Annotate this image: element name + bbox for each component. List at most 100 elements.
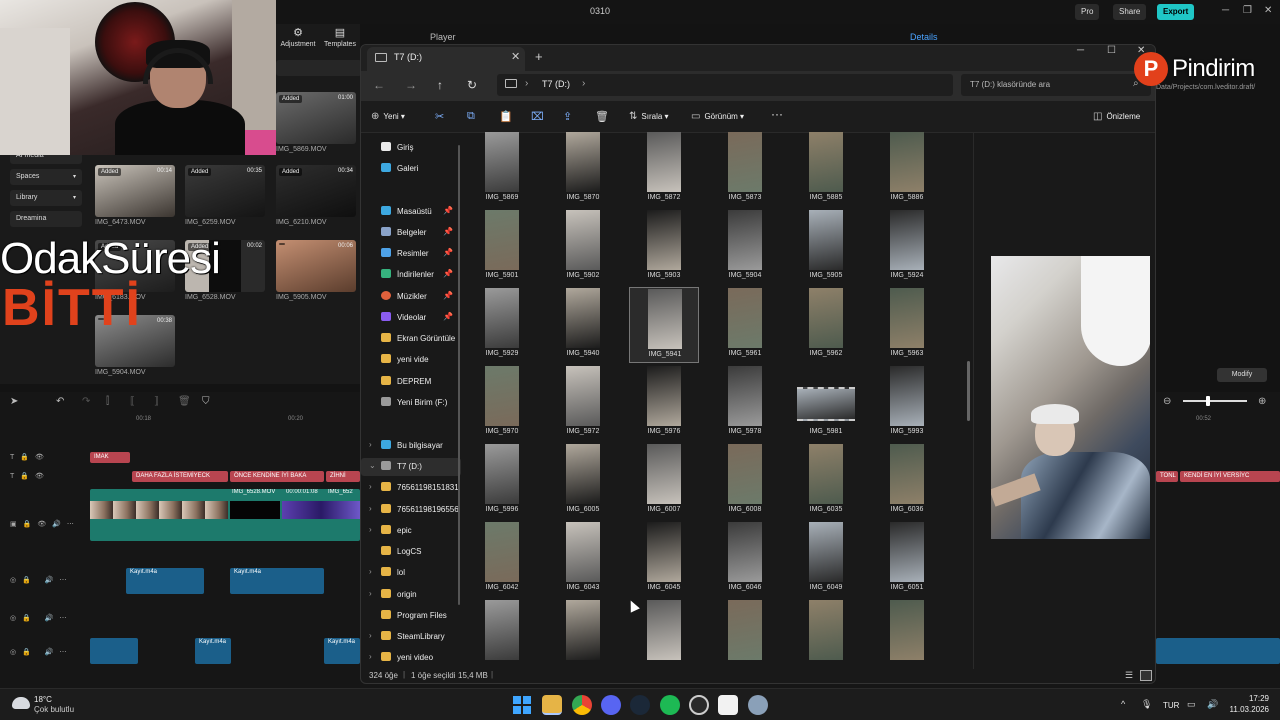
- nav-item-folder[interactable]: DEPREM: [361, 373, 461, 391]
- cut-icon[interactable]: ✂: [435, 110, 444, 123]
- text-clip[interactable]: TONL: [1156, 471, 1178, 482]
- split-left-icon[interactable]: ⟦: [130, 396, 135, 407]
- nav-item-videos[interactable]: Videolar 📌: [361, 309, 461, 327]
- text-clip[interactable]: KENDİ EN İYİ VERSİYC: [1180, 471, 1280, 482]
- chevron-right-icon[interactable]: ›: [369, 567, 372, 576]
- file-item[interactable]: [548, 599, 618, 675]
- file-item[interactable]: IMG_5961: [710, 287, 780, 363]
- nav-item-this-pc[interactable]: › Bu bilgisayar: [361, 437, 461, 455]
- file-item[interactable]: IMG_5978: [710, 365, 780, 441]
- media-card[interactable]: Added 00:35 IMG_6259.MOV: [185, 165, 265, 226]
- share-button[interactable]: Share: [1113, 4, 1147, 20]
- microphone-icon[interactable]: 🎙: [1141, 699, 1152, 710]
- file-item[interactable]: IMG_5924: [872, 209, 942, 285]
- audio-track-controls[interactable]: ◎🔒 🔊⋯: [10, 648, 72, 656]
- file-item[interactable]: IMG_5962: [791, 287, 861, 363]
- side-item-dreamina[interactable]: Dreamina: [10, 211, 82, 227]
- chevron-down-icon[interactable]: ⌄: [369, 461, 376, 470]
- shield-icon[interactable]: ⛉: [202, 396, 210, 407]
- nav-item-downloads[interactable]: İndirilenler 📌: [361, 266, 461, 284]
- nav-tree-folder[interactable]: › SteamLibrary: [361, 628, 461, 646]
- file-item[interactable]: IMG_5993: [872, 365, 942, 441]
- media-card[interactable]: Added 00:34 IMG_6210.MOV: [276, 165, 356, 226]
- nav-item-pictures[interactable]: Resimler 📌: [361, 245, 461, 263]
- file-item[interactable]: [710, 599, 780, 675]
- side-item-spaces[interactable]: Spaces ▾: [10, 169, 82, 185]
- rename-icon[interactable]: ⌧: [531, 110, 544, 123]
- media-card[interactable]: 00:06 IMG_5905.MOV: [276, 240, 356, 301]
- nav-item-music[interactable]: Müzikler 📌: [361, 288, 461, 306]
- start-icon[interactable]: [513, 696, 531, 714]
- file-item[interactable]: IMG_5869: [467, 131, 537, 207]
- chevron-right-icon[interactable]: ›: [369, 440, 372, 449]
- audio-clip[interactable]: Kayıt.m4a: [195, 638, 231, 664]
- audio-track-controls[interactable]: ◎🔒 🔊⋯: [10, 614, 72, 622]
- weather-temp[interactable]: 18°C: [34, 695, 52, 704]
- text-clip[interactable]: ZİHNİ: [326, 471, 360, 482]
- clock-date[interactable]: 11.03.2026: [1200, 705, 1269, 714]
- copy-icon[interactable]: ⧉: [467, 110, 475, 123]
- audio-clip[interactable]: [1156, 638, 1280, 664]
- file-item[interactable]: IMG_6049: [791, 521, 861, 597]
- zoom-slider-handle[interactable]: [1206, 396, 1210, 406]
- select-tool-icon[interactable]: ➤: [10, 396, 18, 407]
- chevron-right-icon[interactable]: ›: [369, 482, 372, 491]
- address-bar[interactable]: › T7 (D:) ›: [497, 74, 953, 96]
- text-track-controls[interactable]: T🔒👁: [10, 472, 50, 480]
- search-input[interactable]: T7 (D:) klasöründe ara ⌕: [961, 74, 1151, 96]
- network-icon[interactable]: ▭: [1187, 699, 1196, 710]
- nav-item-home[interactable]: Giriş: [361, 139, 461, 157]
- video-clip[interactable]: IMG_6528.MOV 00:00:01:08 IMG_652: [90, 489, 360, 541]
- file-item[interactable]: IMG_6042: [467, 521, 537, 597]
- language-indicator[interactable]: TUR: [1163, 701, 1179, 710]
- sort-button[interactable]: ⇅ Sırala ▾: [629, 111, 669, 122]
- zoom-out-icon[interactable]: ⊖: [1163, 396, 1171, 407]
- file-item[interactable]: IMG_6046: [710, 521, 780, 597]
- up-icon[interactable]: ↑: [437, 78, 443, 92]
- audio-clip[interactable]: Kayıt.m4a: [126, 568, 204, 594]
- text-clip[interactable]: ÖNCE KENDİNE İYİ BAKA: [230, 471, 324, 482]
- media-card[interactable]: Added 01:00 IMG_5869.MOV: [276, 92, 356, 153]
- file-item[interactable]: IMG_5873: [710, 131, 780, 207]
- maximize-icon[interactable]: ☐: [1107, 45, 1116, 56]
- nav-item-desktop[interactable]: Masaüstü 📌: [361, 203, 461, 221]
- nav-tree-folder[interactable]: Program Files: [361, 607, 461, 625]
- close-icon[interactable]: ✕: [1264, 5, 1272, 16]
- file-item[interactable]: [467, 599, 537, 675]
- file-item[interactable]: IMG_5902: [548, 209, 618, 285]
- file-item[interactable]: IMG_5976: [629, 365, 699, 441]
- share-icon[interactable]: ⇪: [563, 110, 572, 123]
- preview-toggle[interactable]: ◫ Önizleme: [1093, 111, 1140, 122]
- tab-adjustment[interactable]: ⚙ Adjustment: [276, 26, 320, 48]
- new-tab-icon[interactable]: +: [535, 49, 543, 64]
- file-item[interactable]: IMG_5940: [548, 287, 618, 363]
- undo-icon[interactable]: ↶: [56, 396, 64, 407]
- text-clip[interactable]: IMAK: [90, 452, 130, 463]
- file-item[interactable]: IMG_6043: [548, 521, 618, 597]
- file-item[interactable]: [791, 599, 861, 675]
- side-item-library[interactable]: Library ▾: [10, 190, 82, 206]
- chevron-right-icon[interactable]: ›: [369, 652, 372, 661]
- nav-item-drive-d[interactable]: ⌄ T7 (D:): [361, 458, 461, 476]
- nav-tree-folder[interactable]: › 76561198151831: [361, 479, 461, 497]
- grid-scrollbar[interactable]: [967, 361, 970, 421]
- chevron-right-icon[interactable]: ›: [582, 78, 585, 89]
- nav-item-drive[interactable]: Yeni Birim (F:): [361, 394, 461, 412]
- video-track-controls[interactable]: ▣🔒👁🔊⋯: [10, 520, 80, 528]
- chevron-right-icon[interactable]: ›: [525, 78, 528, 89]
- delete-icon[interactable]: 🗑: [595, 110, 609, 123]
- maximize-icon[interactable]: ❐: [1243, 5, 1252, 16]
- large-icons-view-icon[interactable]: [1140, 670, 1152, 681]
- file-item[interactable]: IMG_5870: [548, 131, 618, 207]
- zoom-in-icon[interactable]: ⊕: [1258, 396, 1266, 407]
- file-item[interactable]: IMG_5901: [467, 209, 537, 285]
- cloud-icon[interactable]: [12, 697, 30, 709]
- text-track-controls[interactable]: T🔒👁: [10, 453, 50, 461]
- nav-item-documents[interactable]: Belgeler 📌: [361, 224, 461, 242]
- file-item[interactable]: IMG_6035: [791, 443, 861, 519]
- nav-tree-folder[interactable]: LogCS: [361, 543, 461, 561]
- file-item[interactable]: IMG_5963: [872, 287, 942, 363]
- new-button[interactable]: ⊕ Yeni ▾: [371, 111, 405, 122]
- split-right-icon[interactable]: ⟧: [154, 396, 159, 407]
- media-card[interactable]: Added 00:14 IMG_6473.MOV: [95, 165, 175, 226]
